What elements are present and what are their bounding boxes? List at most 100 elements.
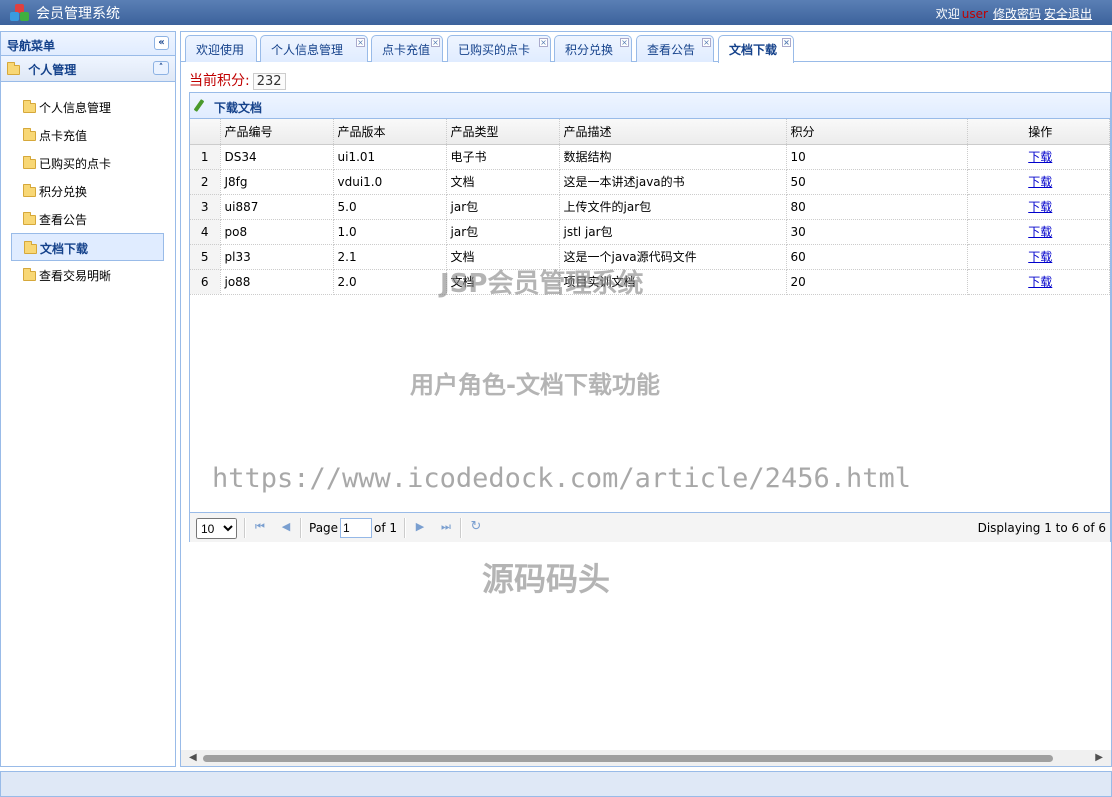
cell-product-id: jo88: [220, 269, 334, 295]
scrollbar-thumb[interactable]: [203, 755, 1053, 762]
close-icon[interactable]: ×: [620, 38, 629, 47]
page-total-label: of 1: [374, 521, 398, 535]
folder-icon: [23, 156, 36, 169]
cell-points: 30: [786, 219, 968, 245]
sidebar-item-label: 文档下载: [40, 242, 89, 256]
cell-action: 下载: [967, 144, 1110, 170]
sidebar-item-announcements[interactable]: 查看公告: [1, 205, 175, 233]
cell-type: jar包: [446, 194, 560, 220]
sidebar-item-recharge[interactable]: 点卡充值: [1, 121, 175, 149]
download-link[interactable]: 下载: [1028, 150, 1052, 164]
folder-icon: [23, 100, 36, 113]
download-link[interactable]: 下载: [1028, 275, 1052, 289]
page-size-select[interactable]: 10: [196, 518, 237, 539]
table-row[interactable]: 2 J8fg vdui1.0 文档 这是一本讲述java的书 50 下载: [190, 169, 1110, 195]
close-icon[interactable]: ×: [539, 38, 548, 47]
tab-label: 文档下载: [729, 43, 778, 57]
table-row[interactable]: 1 DS34 ui1.01 电子书 数据结构 10 下载: [190, 144, 1110, 170]
tab-announcements[interactable]: 查看公告 ×: [636, 35, 714, 62]
row-number: 2: [190, 169, 221, 195]
prev-page-icon[interactable]: ◀: [280, 521, 292, 533]
table-header-row: 产品编号 产品版本 产品类型 产品描述 积分 操作: [190, 119, 1110, 145]
close-icon[interactable]: ×: [356, 38, 365, 47]
tab-doc-download[interactable]: 文档下载 ×: [718, 35, 794, 63]
cell-version: 1.0: [333, 219, 447, 245]
top-header: 会员管理系统 欢迎 user 修改密码 安全退出: [0, 0, 1112, 25]
cell-description: 上传文件的jar包: [559, 194, 787, 220]
cell-points: 60: [786, 244, 968, 270]
pencil-icon: [193, 99, 205, 112]
column-header[interactable]: 产品版本: [333, 119, 447, 145]
cell-description: 这是一本讲述java的书: [559, 169, 787, 195]
sidebar-header: 导航菜单 «: [1, 32, 175, 56]
cell-action: 下载: [967, 169, 1110, 195]
row-number-header: [190, 119, 221, 145]
scroll-right-icon[interactable]: ▶: [1095, 752, 1103, 763]
column-header[interactable]: 产品描述: [559, 119, 787, 145]
folder-icon: [23, 128, 36, 141]
accordion-toggle-icon[interactable]: ˄: [153, 61, 169, 75]
close-icon[interactable]: ×: [782, 38, 791, 47]
first-page-icon[interactable]: ⏮: [254, 521, 266, 533]
tab-label: 个人信息管理: [271, 43, 344, 57]
cell-version: 5.0: [333, 194, 447, 220]
current-points: 当前积分: 232: [189, 70, 286, 90]
row-number: 3: [190, 194, 221, 220]
last-page-icon[interactable]: ⏭: [440, 521, 452, 533]
tab-welcome[interactable]: 欢迎使用: [185, 35, 257, 62]
column-header[interactable]: 产品类型: [446, 119, 560, 145]
table-row[interactable]: 5 pl33 2.1 文档 这是一个java源代码文件 60 下载: [190, 244, 1110, 270]
next-page-icon[interactable]: ▶: [414, 521, 426, 533]
download-link[interactable]: 下载: [1028, 200, 1052, 214]
sidebar-item-doc-download[interactable]: 文档下载: [11, 233, 164, 261]
download-link[interactable]: 下载: [1028, 250, 1052, 264]
accordion-header-personal[interactable]: 个人管理 ˄: [1, 56, 175, 82]
cell-version: vdui1.0: [333, 169, 447, 195]
cell-type: jar包: [446, 219, 560, 245]
folder-icon: [23, 212, 36, 225]
sidebar-item-purchased-cards[interactable]: 已购买的点卡: [1, 149, 175, 177]
cell-version: ui1.01: [333, 144, 447, 170]
close-icon[interactable]: ×: [431, 38, 440, 47]
sidebar-item-label: 已购买的点卡: [39, 157, 112, 171]
column-header[interactable]: 产品编号: [220, 119, 334, 145]
tab-points-exchange[interactable]: 积分兑换 ×: [554, 35, 632, 62]
page-number-input[interactable]: [340, 518, 372, 538]
folder-icon: [7, 62, 20, 75]
points-value: 232: [252, 73, 286, 90]
refresh-icon[interactable]: ↻: [470, 520, 482, 533]
collapse-sidebar-icon[interactable]: «: [154, 36, 169, 50]
tab-purchased-cards[interactable]: 已购买的点卡 ×: [447, 35, 551, 62]
sidebar-item-label: 查看交易明晰: [39, 269, 112, 283]
column-header[interactable]: 操作: [967, 119, 1110, 145]
table-row[interactable]: 4 po8 1.0 jar包 jstl jar包 30 下载: [190, 219, 1110, 245]
close-icon[interactable]: ×: [702, 38, 711, 47]
cell-type: 文档: [446, 169, 560, 195]
logout-link[interactable]: 安全退出: [1044, 7, 1092, 21]
sidebar: 导航菜单 « 个人管理 ˄ 个人信息管理 点卡充值 已购买的点卡 积分兑换 查看…: [0, 31, 176, 767]
watermark-brand: 源码码头: [482, 560, 611, 598]
tab-label: 已购买的点卡: [458, 43, 531, 57]
change-password-link[interactable]: 修改密码: [993, 7, 1041, 21]
page-label: Page: [309, 521, 339, 535]
pager-separator: [300, 518, 302, 538]
tab-label: 查看公告: [647, 43, 696, 57]
sidebar-item-transactions[interactable]: 查看交易明晰: [1, 261, 175, 289]
cell-product-id: ui887: [220, 194, 334, 220]
sidebar-item-label: 积分兑换: [39, 185, 88, 199]
tab-profile[interactable]: 个人信息管理 ×: [260, 35, 368, 62]
table-row[interactable]: 6 jo88 2.0 文档 项目实训文档 20 下载: [190, 269, 1110, 295]
table-row[interactable]: 3 ui887 5.0 jar包 上传文件的jar包 80 下载: [190, 194, 1110, 220]
column-header[interactable]: 积分: [786, 119, 968, 145]
sidebar-item-profile[interactable]: 个人信息管理: [1, 93, 175, 121]
download-link[interactable]: 下载: [1028, 225, 1052, 239]
scroll-left-icon[interactable]: ◀: [189, 752, 197, 763]
tab-recharge[interactable]: 点卡充值 ×: [371, 35, 443, 62]
download-link[interactable]: 下载: [1028, 175, 1052, 189]
horizontal-scrollbar[interactable]: ◀ ▶: [181, 750, 1111, 766]
cell-product-id: po8: [220, 219, 334, 245]
folder-icon: [23, 184, 36, 197]
tab-bar: 欢迎使用 个人信息管理 × 点卡充值 × 已购买的点卡 × 积分兑换 × 查看公告 × 文…: [181, 32, 1111, 63]
sidebar-menu: 个人信息管理 点卡充值 已购买的点卡 积分兑换 查看公告 文档下载 查看交易明晰: [1, 82, 175, 289]
sidebar-item-points-exchange[interactable]: 积分兑换: [1, 177, 175, 205]
